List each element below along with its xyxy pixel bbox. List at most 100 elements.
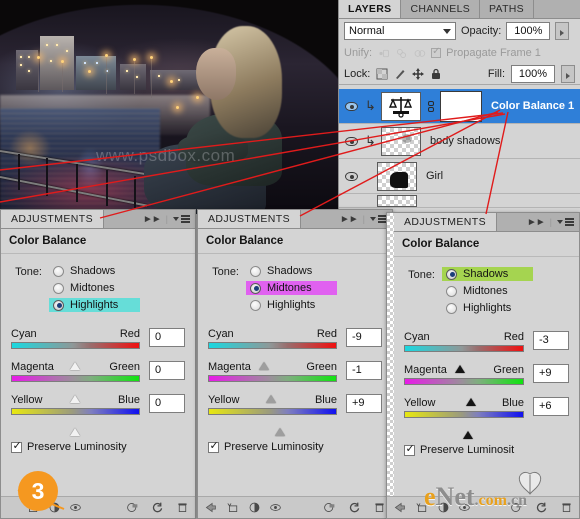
blend-mode-select[interactable]: Normal [344,22,456,40]
collapse-double-arrow-icon[interactable]: ►► [143,214,161,225]
panel-menu-button[interactable] [173,215,190,222]
slider-thumb[interactable] [70,416,81,425]
slider-thumb[interactable] [466,386,477,395]
lock-position-move-icon[interactable] [412,68,424,80]
panel-menu-button[interactable] [557,218,574,225]
slider-thumb[interactable] [70,350,81,359]
slider-thumb[interactable] [275,416,286,425]
reset-icon[interactable] [535,501,548,514]
lock-all-padlock-icon[interactable] [430,68,442,80]
slider-track[interactable] [404,378,524,385]
tab-adjustments[interactable]: ADJUSTMENTS [394,213,497,231]
panel-drag-grip[interactable] [387,213,394,518]
back-arrow-icon[interactable] [393,501,406,514]
slider-value-input[interactable]: -3 [533,331,569,350]
layer-visibility-toggle[interactable] [341,102,361,111]
preserve-luminosity-row[interactable]: Preserve Luminosity [198,431,392,453]
layer-thumbnail-partial[interactable] [377,195,417,207]
tone-option-shadows[interactable]: Shadows [246,264,337,278]
preserve-luminosity-checkbox[interactable] [11,442,22,453]
slider-value-input[interactable]: 0 [149,328,185,347]
layer-row-partial[interactable] [339,194,580,208]
layer-row-girl[interactable]: Girl [339,159,580,194]
reset-icon[interactable] [348,501,361,514]
layer-list[interactable]: ↳ Color Balance 1 [339,89,580,215]
layer-visibility-toggle[interactable] [341,137,361,146]
reset-icon[interactable] [151,501,164,514]
fill-stepper[interactable] [561,65,575,83]
preserve-luminosity-checkbox[interactable] [404,445,415,456]
slider-thumb[interactable] [266,383,277,392]
panel-menu-button[interactable] [370,215,387,222]
slider-track[interactable] [11,375,140,382]
preserve-luminosity-row[interactable]: Preserve Luminosity [1,431,195,453]
slider-track[interactable] [208,375,337,382]
slider-track[interactable] [11,408,140,415]
preview-icon[interactable] [126,501,139,514]
back-arrow-icon[interactable] [204,501,217,514]
slider-value-input[interactable]: -9 [346,328,382,347]
preserve-luminosity-row[interactable]: Preserve Luminosit [394,434,579,456]
layer-thumbnail[interactable] [377,162,417,191]
slider-track[interactable] [404,345,524,352]
clip-to-layer-icon[interactable] [227,501,240,514]
slider-track[interactable] [11,342,140,349]
lock-image-brush-icon[interactable] [394,68,406,80]
tone-option-highlights[interactable]: Highlights [442,301,533,315]
tone-option-highlights[interactable]: Highlights [49,298,140,312]
slider-track[interactable] [208,408,337,415]
lock-transparent-icon[interactable] [376,68,388,80]
slider-value-input[interactable]: +9 [533,364,569,383]
slider-yellow-blue[interactable]: YellowBlue +9 [208,394,382,415]
slider-thumb[interactable] [455,353,466,362]
tab-channels[interactable]: CHANNELS [401,0,480,18]
tab-paths[interactable]: PATHS [480,0,534,18]
tone-option-shadows[interactable]: Shadows [442,267,533,281]
tone-option-shadows[interactable]: Shadows [49,264,140,278]
slider-magenta-green[interactable]: MagentaGreen 0 [11,361,185,382]
layer-name[interactable]: Girl [426,170,443,182]
fill-input[interactable]: 100% [511,65,555,83]
tone-option-midtones[interactable]: Midtones [49,281,140,295]
toggle-visibility-eye-icon[interactable] [269,501,282,514]
tone-option-midtones[interactable]: Midtones [246,281,337,295]
slider-cyan-red[interactable]: CyanRed -3 [404,331,569,352]
slider-thumb[interactable] [463,419,474,428]
slider-yellow-blue[interactable]: YellowBlue 0 [11,394,185,415]
image-canvas[interactable]: www.psdbox.com [0,0,338,214]
propagate-frame-checkbox[interactable] [431,48,441,58]
slider-value-input[interactable]: -1 [346,361,382,380]
adjustment-thumbnail[interactable] [381,92,421,121]
preserve-luminosity-checkbox[interactable] [208,442,219,453]
layer-name[interactable]: Color Balance 1 [491,100,574,112]
preview-icon[interactable] [323,501,336,514]
slider-magenta-green[interactable]: MagentaGreen +9 [404,364,569,385]
opacity-input[interactable]: 100% [506,22,550,40]
delete-trash-icon[interactable] [176,501,189,514]
delete-trash-icon[interactable] [560,501,573,514]
slider-track[interactable] [208,342,337,349]
tab-layers[interactable]: LAYERS [339,0,401,18]
layer-visibility-toggle[interactable] [341,172,361,181]
opacity-stepper[interactable] [555,22,569,40]
layer-mask-link-icon[interactable] [425,98,436,114]
layer-name[interactable]: body shadows [430,135,500,147]
delete-trash-icon[interactable] [373,501,386,514]
tone-option-highlights[interactable]: Highlights [246,298,337,312]
layer-row-color-balance-1[interactable]: ↳ Color Balance 1 [339,89,580,124]
adjustments-panel-shadows[interactable]: ADJUSTMENTS ►► | Color Balance Tone: Sha… [386,212,580,519]
tab-adjustments[interactable]: ADJUSTMENTS [198,210,301,228]
layer-row-body-shadows[interactable]: ↳ body shadows [339,124,580,159]
slider-thumb[interactable] [70,383,81,392]
toggle-visibility-eye-icon[interactable] [69,501,82,514]
adjustments-panel-midtones[interactable]: ADJUSTMENTS ►► | Color Balance Tone: Sha… [197,209,393,519]
slider-value-input[interactable]: 0 [149,394,185,413]
tab-adjustments[interactable]: ADJUSTMENTS [1,210,104,228]
view-previous-state-icon[interactable] [248,501,261,514]
layer-mask-thumbnail[interactable] [440,91,482,122]
collapse-double-arrow-icon[interactable]: ►► [340,214,358,225]
slider-magenta-green[interactable]: MagentaGreen -1 [208,361,382,382]
layer-thumbnail[interactable] [381,127,421,156]
collapse-double-arrow-icon[interactable]: ►► [527,217,545,228]
slider-value-input[interactable]: +9 [346,394,382,413]
